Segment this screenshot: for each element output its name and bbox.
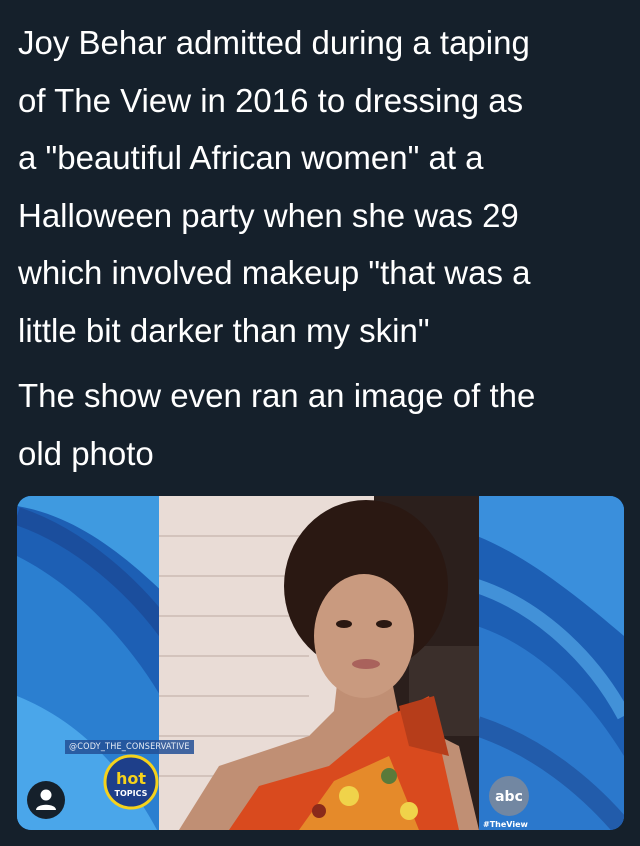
badge-text: hot xyxy=(116,769,146,788)
post-caption: Joy Behar admitted during a taping of Th… xyxy=(18,14,624,482)
network-logo-text: abc xyxy=(495,789,523,805)
abc-network-logo-icon: abc xyxy=(489,776,529,816)
hot-topics-logo-icon: hot TOPICS xyxy=(103,754,159,810)
archival-photo xyxy=(159,496,479,830)
woman-portrait-image xyxy=(159,496,479,830)
watermark-text: @CODY_THE_CONSERVATIVE xyxy=(65,740,194,754)
caption-paragraph-2: The show even ran an image of the old ph… xyxy=(18,377,536,472)
embedded-photo[interactable]: @CODY_THE_CONSERVATIVE hot TOPICS abc #T… xyxy=(17,496,624,830)
caption-paragraph-1: Joy Behar admitted during a taping of Th… xyxy=(18,24,531,349)
hashtag-text: #TheView xyxy=(483,820,528,829)
account-avatar-icon[interactable] xyxy=(26,780,66,820)
badge-subtext: TOPICS xyxy=(115,789,148,798)
